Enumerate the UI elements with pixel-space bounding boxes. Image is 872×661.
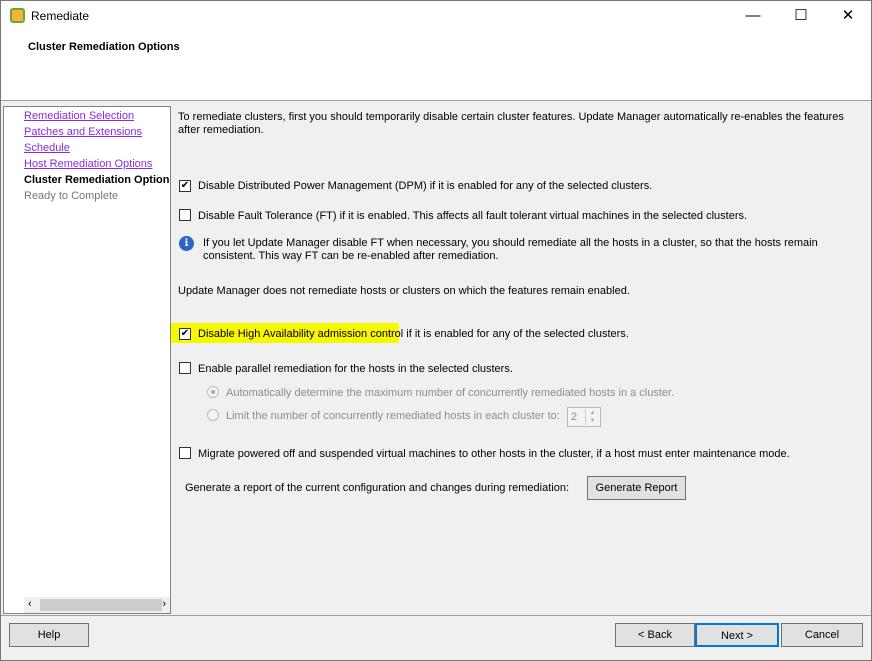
maximize-button[interactable]: ☐ <box>786 5 816 27</box>
intro-text: To remediate clusters, first you should … <box>178 111 844 123</box>
back-button[interactable]: < Back <box>615 623 695 647</box>
limit-radio[interactable] <box>207 409 219 421</box>
window-title: Remediate <box>31 9 90 23</box>
wizard-steps: Remediation Selection Patches and Extens… <box>3 106 171 614</box>
remediate-dialog: Remediate — ☐ ✕ Cluster Remediation Opti… <box>0 0 872 661</box>
help-button[interactable]: Help <box>9 623 89 647</box>
scroll-left-icon[interactable]: ‹ <box>28 598 32 610</box>
note-text: Update Manager does not remediate hosts … <box>178 285 630 297</box>
step-schedule[interactable]: Schedule <box>24 142 170 154</box>
cancel-button[interactable]: Cancel <box>781 623 863 647</box>
ft-checkbox[interactable] <box>179 209 191 221</box>
spinner-arrows-icon[interactable]: ▲ ▼ <box>585 409 599 425</box>
close-button[interactable]: ✕ <box>833 5 863 27</box>
parallel-checkbox[interactable] <box>179 362 191 374</box>
step-host-remediation-options[interactable]: Host Remediation Options <box>24 158 170 170</box>
horizontal-scrollbar[interactable]: ‹ › <box>24 597 170 613</box>
migrate-checkbox[interactable] <box>179 447 191 459</box>
step-patches-extensions[interactable]: Patches and Extensions <box>24 126 170 138</box>
ft-info-text-2: consistent. This way FT can be re-enable… <box>203 250 499 262</box>
report-label: Generate a report of the current configu… <box>185 482 570 494</box>
ft-label: Disable Fault Tolerance (FT) if it is en… <box>198 210 748 222</box>
dpm-checkbox[interactable]: ✔ <box>179 180 191 192</box>
auto-label: Automatically determine the maximum numb… <box>226 387 675 399</box>
auto-radio[interactable] <box>207 386 219 398</box>
intro-text-2: after remediation. <box>178 124 264 136</box>
vsphere-icon <box>10 8 25 23</box>
page-title: Cluster Remediation Options <box>28 41 180 53</box>
step-cluster-remediation-options: Cluster Remediation Options <box>24 174 170 186</box>
limit-label: Limit the number of concurrently remedia… <box>226 410 560 422</box>
limit-value: 2 <box>571 411 578 423</box>
ha-label: Disable High Availability admission cont… <box>198 328 629 340</box>
scroll-right-icon[interactable]: › <box>162 598 166 610</box>
title-bar: Remediate — ☐ ✕ <box>1 1 871 31</box>
step-ready-to-complete: Ready to Complete <box>24 190 119 202</box>
wizard-header: Cluster Remediation Options <box>1 31 871 101</box>
minimize-button[interactable]: — <box>738 5 768 27</box>
ha-label-rest: if it is enabled for any of the selected… <box>403 328 629 340</box>
ha-label-highlight: Disable High Availability admission cont… <box>198 328 404 340</box>
generate-report-button[interactable]: Generate Report <box>587 476 686 500</box>
ha-checkbox[interactable]: ✔ <box>179 328 191 340</box>
migrate-label: Migrate powered off and suspended virtua… <box>198 448 790 460</box>
scrollbar-thumb[interactable] <box>40 599 162 611</box>
parallel-label: Enable parallel remediation for the host… <box>198 363 513 375</box>
limit-spinner[interactable]: 2 ▲ ▼ <box>567 407 601 427</box>
step-remediation-selection[interactable]: Remediation Selection <box>24 110 170 122</box>
dpm-label: Disable Distributed Power Management (DP… <box>198 180 653 192</box>
ft-info-text: If you let Update Manager disable FT whe… <box>203 237 818 249</box>
info-icon: i <box>179 236 194 251</box>
next-button[interactable]: Next > <box>695 623 779 647</box>
